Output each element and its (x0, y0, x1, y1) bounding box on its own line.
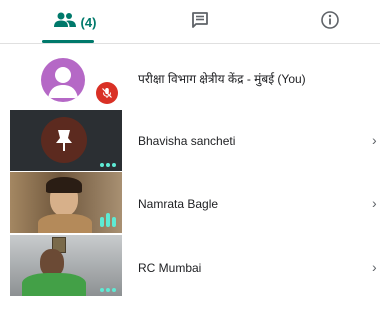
participant-tile (10, 235, 122, 296)
mic-off-icon (96, 82, 118, 104)
tab-people[interactable]: (4) (30, 0, 120, 44)
speaking-indicator-icon (100, 213, 116, 227)
chat-icon (191, 11, 209, 34)
chevron-right-icon[interactable]: › (372, 259, 377, 275)
person-hair (46, 177, 82, 193)
participant-tile (10, 110, 122, 171)
participant-name: Namrata Bagle (138, 197, 219, 211)
chevron-right-icon[interactable]: › (372, 195, 377, 211)
person-icon (48, 67, 78, 98)
tab-divider (0, 43, 380, 44)
tab-bar: (4) (0, 0, 380, 44)
more-options-icon[interactable] (100, 163, 116, 167)
people-icon (53, 12, 76, 33)
people-count: (4) (80, 14, 97, 30)
tab-info[interactable] (285, 0, 375, 44)
pin-icon (56, 130, 72, 151)
participant-name: परीक्षा विभाग क्षेत्रीय केंद्र - मुंबई (… (138, 72, 306, 86)
participant-tile (10, 172, 122, 233)
info-icon (320, 10, 340, 35)
participant-name: RC Mumbai (138, 261, 202, 275)
tab-chat[interactable] (155, 0, 245, 44)
avatar (41, 58, 85, 102)
person-body (22, 273, 86, 296)
participant-name: Bhavisha sancheti (138, 134, 236, 148)
chevron-right-icon[interactable]: › (372, 132, 377, 148)
avatar (41, 117, 87, 163)
person-body (38, 214, 92, 233)
more-options-icon[interactable] (100, 288, 116, 292)
